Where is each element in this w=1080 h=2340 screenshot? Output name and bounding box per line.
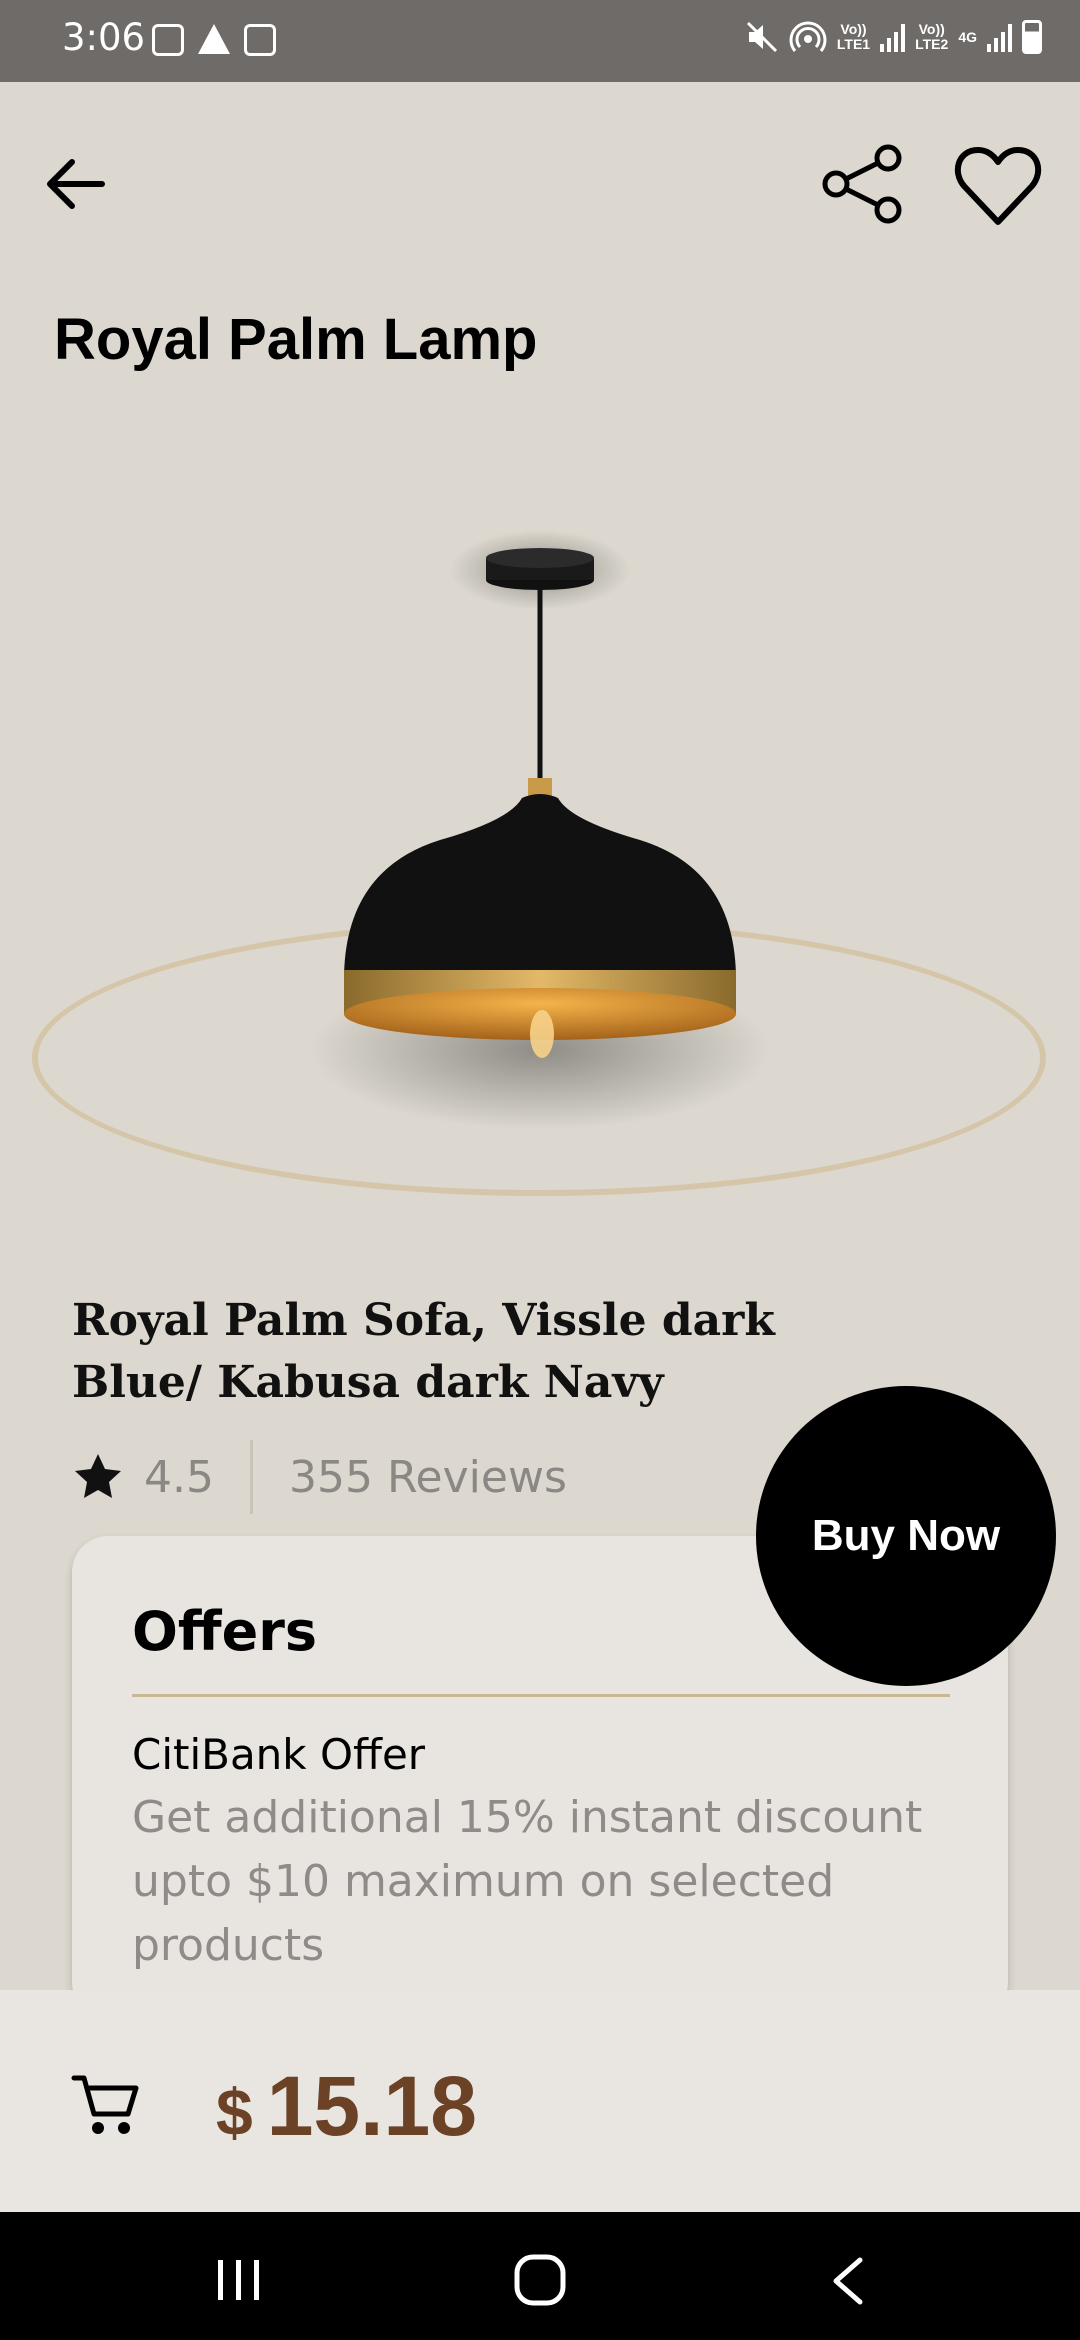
price-currency: $ <box>216 2075 253 2149</box>
hotspot-icon <box>789 21 827 52</box>
recents-icon[interactable] <box>214 2258 264 2302</box>
star-icon <box>75 1454 121 1498</box>
price-value: 15.18 <box>266 2059 477 2153</box>
rating-divider <box>249 1440 253 1514</box>
heart-outline-icon <box>954 147 1042 225</box>
sim2-label: Vo)) LTE2 <box>915 21 949 52</box>
sim1-label: Vo)) LTE1 <box>836 21 871 52</box>
status-system-icons: Vo)) LTE1 Vo)) LTE2 4G <box>745 20 1042 54</box>
back-button[interactable] <box>40 148 112 220</box>
screen-recorder-icon <box>244 24 276 56</box>
favorite-button[interactable] <box>952 140 1044 232</box>
price: $15.18 <box>216 2058 477 2155</box>
product-image <box>0 470 1080 1200</box>
share-icon <box>822 144 902 224</box>
reviews-link[interactable]: 355 Reviews <box>289 1452 567 1503</box>
system-nav-bar <box>0 2212 1080 2340</box>
rating-value: 4.5 <box>144 1451 214 1503</box>
rating-row: 4.5 355 Reviews <box>72 1440 567 1514</box>
arrow-left-icon <box>47 159 105 209</box>
back-nav-icon[interactable] <box>828 2256 868 2306</box>
product-name: Royal Palm Sofa, Vissle dark Blue/ Kabus… <box>72 1295 775 1408</box>
network-type: 4G <box>958 28 977 45</box>
status-notification-icons <box>152 24 276 56</box>
signal1-icon <box>880 22 906 52</box>
offers-divider <box>132 1694 950 1697</box>
offer-description: Get additional 15% instant discount upto… <box>132 1792 923 1971</box>
gallery-icon <box>152 24 184 56</box>
signal2-icon <box>987 22 1012 52</box>
cart-icon <box>71 2075 139 2134</box>
status-bar: 3:06 Vo)) LTE1 Vo)) LTE2 4G <box>0 0 1080 82</box>
drive-icon <box>198 24 230 54</box>
mute-icon <box>746 21 777 53</box>
status-time: 3:06 <box>62 16 146 59</box>
pendant-lamp-image <box>310 530 770 1130</box>
cart-button[interactable] <box>70 2070 140 2140</box>
home-icon[interactable] <box>514 2254 566 2306</box>
bottom-bar: $15.18 <box>0 1990 1080 2212</box>
share-button[interactable] <box>818 140 906 228</box>
offer-name: CitiBank Offer <box>132 1730 426 1779</box>
page-title: Royal Palm Lamp <box>54 307 538 372</box>
offers-title: Offers <box>132 1600 318 1663</box>
buy-now-button[interactable]: Buy Now <box>756 1386 1056 1686</box>
battery-icon <box>1022 20 1042 54</box>
